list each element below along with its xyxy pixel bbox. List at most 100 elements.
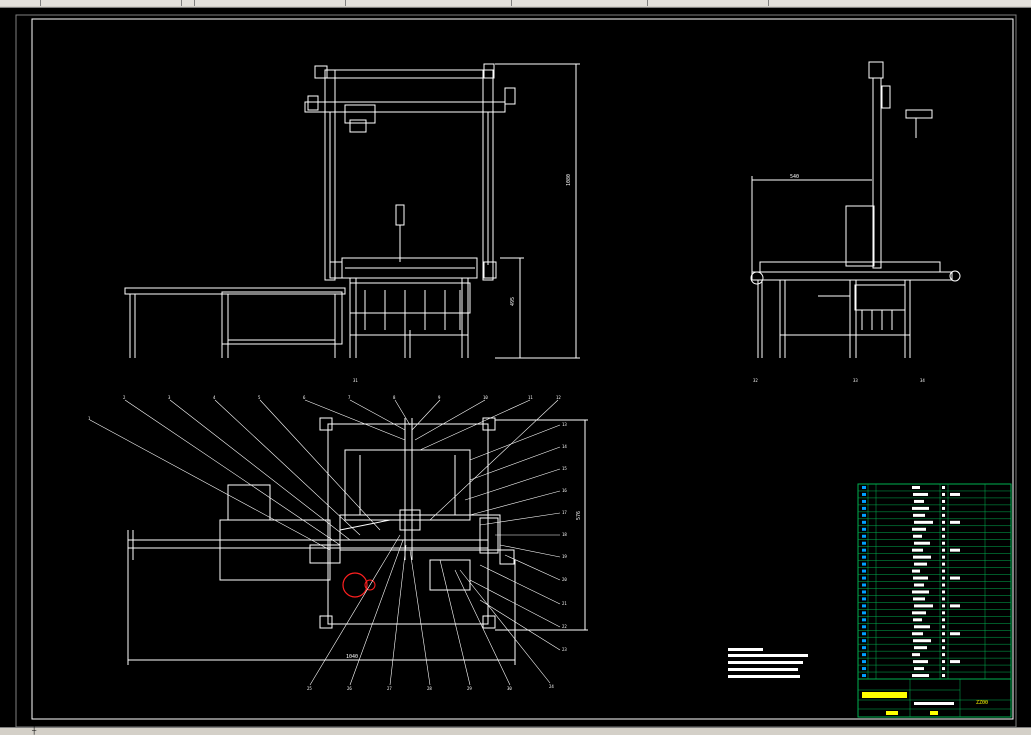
balloon: 5 bbox=[258, 395, 261, 400]
parts-cell-qty bbox=[942, 660, 945, 664]
parts-cell-no bbox=[862, 604, 866, 608]
parts-cell-no bbox=[862, 653, 866, 657]
parts-cell-name bbox=[912, 486, 920, 489]
parts-cell-qty bbox=[942, 555, 945, 559]
parts-cell-qty bbox=[942, 590, 945, 594]
dim-plan-height: 576 bbox=[576, 511, 582, 520]
plan-view bbox=[127, 417, 588, 665]
parts-cell-no bbox=[862, 646, 866, 650]
dim-front-height: 1080 bbox=[566, 174, 572, 186]
balloon: 24 bbox=[549, 684, 554, 689]
technical-notes bbox=[728, 648, 808, 678]
parts-cell-name bbox=[914, 604, 933, 608]
balloon: 2 bbox=[123, 395, 126, 400]
parts-cell-name bbox=[912, 527, 926, 531]
parts-cell-name bbox=[912, 590, 929, 594]
parts-cell-qty bbox=[942, 562, 945, 566]
parts-cell-material bbox=[950, 632, 960, 636]
parts-cell-no bbox=[862, 499, 866, 503]
toolbar-strip bbox=[0, 0, 1031, 8]
parts-cell-qty bbox=[942, 486, 945, 489]
balloon: 7 bbox=[348, 395, 351, 400]
front-view bbox=[124, 63, 580, 359]
parts-cell-no bbox=[862, 527, 866, 531]
balloon: 8 bbox=[393, 395, 396, 400]
parts-cell-material bbox=[950, 604, 960, 608]
parts-cell-no bbox=[862, 590, 866, 594]
parts-cell-qty bbox=[942, 534, 945, 538]
parts-cell-qty bbox=[942, 576, 945, 580]
parts-cell-name bbox=[913, 555, 931, 559]
balloon: 20 bbox=[562, 577, 567, 582]
parts-cell-qty bbox=[942, 611, 945, 615]
parts-cell-qty bbox=[942, 618, 945, 622]
toolbar-segment[interactable] bbox=[195, 0, 346, 6]
highlight-circle bbox=[342, 572, 368, 598]
parts-cell-name bbox=[912, 506, 929, 510]
balloon: 9 bbox=[438, 395, 441, 400]
parts-cell-qty bbox=[942, 541, 945, 545]
parts-cell-no bbox=[862, 618, 866, 622]
parts-cell-qty bbox=[942, 632, 945, 636]
parts-cell-qty bbox=[942, 639, 945, 643]
parts-cell-name bbox=[914, 562, 927, 566]
parts-cell-qty bbox=[942, 625, 945, 629]
parts-cell-qty bbox=[942, 653, 945, 657]
parts-cell-name bbox=[912, 548, 923, 552]
parts-cell-name bbox=[914, 541, 930, 545]
balloon: 12 bbox=[556, 395, 561, 400]
balloon: 10 bbox=[483, 395, 488, 400]
parts-cell-material bbox=[950, 576, 960, 580]
parts-cell-material bbox=[950, 660, 960, 664]
parts-cell-name bbox=[913, 597, 925, 601]
parts-cell-name bbox=[914, 646, 927, 650]
toolbar-segment[interactable] bbox=[346, 0, 512, 6]
parts-cell-qty bbox=[942, 520, 945, 524]
parts-cell-no bbox=[862, 611, 866, 615]
balloon: 31 bbox=[353, 378, 358, 383]
parts-cell-no bbox=[862, 576, 866, 580]
balloon: 3 bbox=[168, 395, 171, 400]
parts-list bbox=[857, 483, 1012, 680]
balloon: 34 bbox=[920, 378, 925, 383]
toolbar-segment[interactable] bbox=[182, 0, 195, 6]
toolbar-segment[interactable] bbox=[0, 0, 41, 6]
balloon: 17 bbox=[562, 510, 567, 515]
parts-cell-no bbox=[862, 520, 866, 524]
parts-cell-qty bbox=[942, 527, 945, 531]
toolbar-segment[interactable] bbox=[769, 0, 1031, 6]
parts-cell-material bbox=[950, 492, 960, 496]
parts-cell-qty bbox=[942, 604, 945, 608]
balloon-labels: 1 2 3 4 5 6 7 8 9 10 11 12 13 14 15 16 1… bbox=[88, 378, 925, 691]
balloon: 23 bbox=[562, 647, 567, 652]
balloon: 28 bbox=[427, 686, 432, 691]
parts-cell-no bbox=[862, 625, 866, 629]
parts-cell-name bbox=[912, 569, 920, 573]
parts-cell-name bbox=[914, 520, 933, 524]
parts-cell-no bbox=[862, 562, 866, 566]
balloon: 13 bbox=[562, 422, 567, 427]
parts-cell-name bbox=[912, 674, 929, 678]
balloon: 21 bbox=[562, 601, 567, 606]
parts-cell-no bbox=[862, 506, 866, 510]
parts-cell-no bbox=[862, 492, 866, 496]
parts-cell-no bbox=[862, 660, 866, 664]
cad-drawing-canvas[interactable]: 1080 495 540 1040 576 1 2 3 4 5 6 7 8 9 … bbox=[0, 8, 1031, 728]
parts-cell-no bbox=[862, 541, 866, 545]
title-block: ZZ00 bbox=[857, 678, 1012, 718]
dim-plan-width: 1040 bbox=[346, 654, 358, 660]
toolbar-segment[interactable] bbox=[512, 0, 648, 6]
balloon: 18 bbox=[562, 532, 567, 537]
parts-cell-qty bbox=[942, 506, 945, 510]
dim-front-height2: 495 bbox=[510, 297, 516, 306]
parts-cell-qty bbox=[942, 646, 945, 650]
assembly-drawing: 1080 495 540 1040 576 1 2 3 4 5 6 7 8 9 … bbox=[15, 14, 1017, 728]
toolbar-segment[interactable] bbox=[648, 0, 769, 6]
parts-cell-no bbox=[862, 534, 866, 538]
parts-cell-qty bbox=[942, 569, 945, 573]
toolbar-segment[interactable] bbox=[41, 0, 182, 6]
parts-cell-qty bbox=[942, 583, 945, 587]
side-view bbox=[750, 61, 961, 358]
parts-cell-name bbox=[913, 618, 922, 622]
balloon: 14 bbox=[562, 444, 567, 449]
